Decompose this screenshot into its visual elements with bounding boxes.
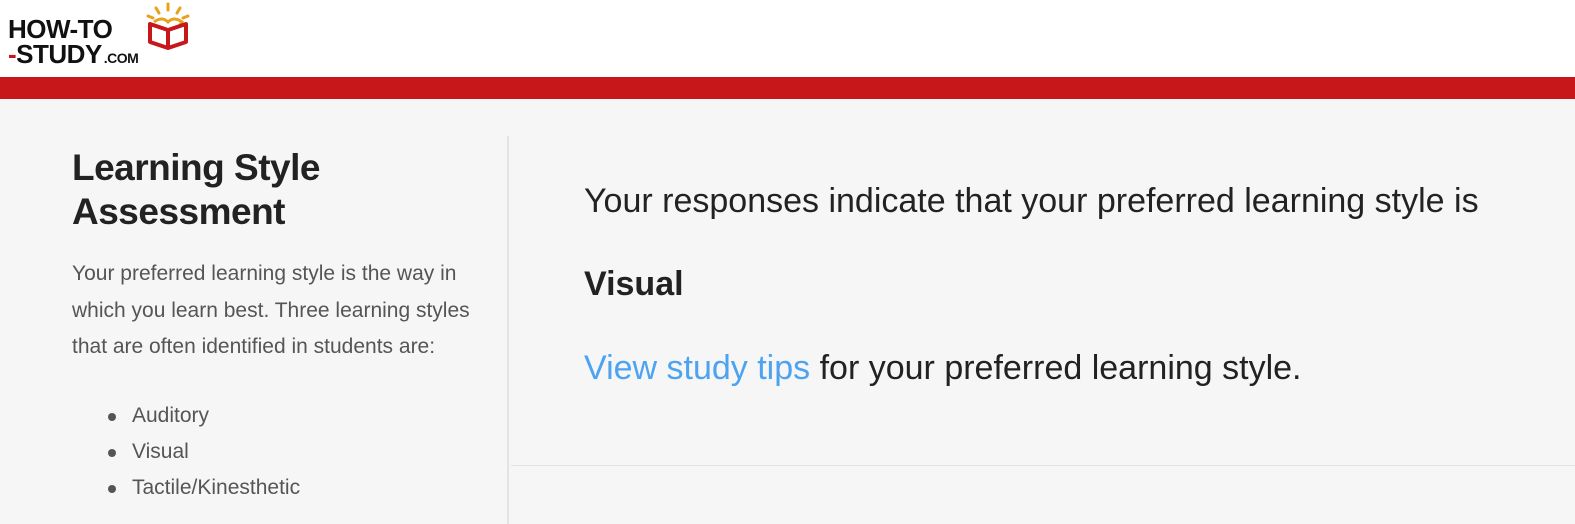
open-book-sun-icon [146, 2, 190, 50]
list-item: Visual [108, 434, 300, 470]
page-content: Learning Style Assessment Your preferred… [0, 99, 1575, 524]
learning-styles-list: Auditory Visual Tactile/Kinesthetic [108, 398, 300, 506]
sidebar-description: Your preferred learning style is the way… [72, 262, 470, 358]
header-accent-bar [0, 77, 1575, 99]
logo-dotcom: .COM [103, 50, 139, 66]
study-tips-line: View study tips for your preferred learn… [584, 349, 1302, 388]
study-tips-suffix: for your preferred learning style. [810, 349, 1302, 387]
site-header: HOW-TO -STUDY .COM [0, 0, 1575, 77]
logo-study: STUDY [16, 39, 102, 69]
page-title: Learning Style Assessment [72, 147, 320, 232]
list-item: Tactile/Kinesthetic [108, 470, 300, 506]
view-study-tips-link[interactable]: View study tips [584, 349, 810, 387]
result-panel: Your responses indicate that your prefer… [511, 99, 1575, 466]
result-learning-style: Visual [584, 265, 684, 303]
result-intro-text: Your responses indicate that your prefer… [584, 182, 1479, 220]
site-logo[interactable]: HOW-TO -STUDY .COM [8, 2, 198, 74]
sidebar: Learning Style Assessment Your preferred… [0, 136, 509, 524]
logo-dash: - [8, 39, 17, 69]
list-item: Auditory [108, 398, 300, 434]
logo-line2: -STUDY .COM [8, 39, 139, 70]
